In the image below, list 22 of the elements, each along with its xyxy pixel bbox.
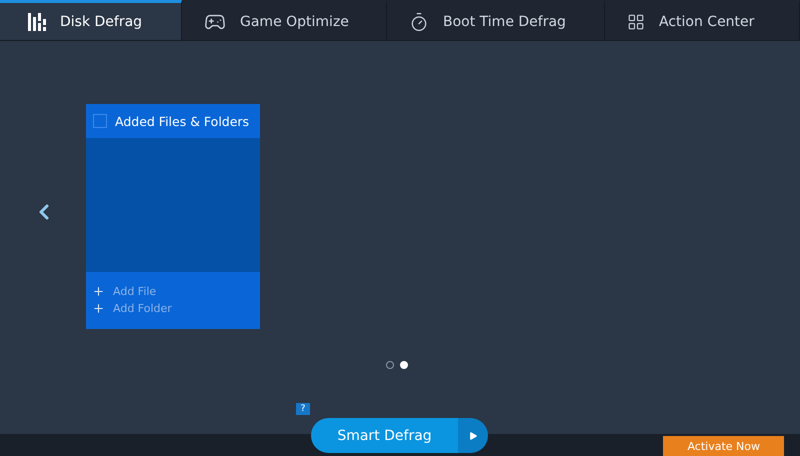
page-dot[interactable]	[386, 361, 394, 369]
activate-button[interactable]: Activate Now	[663, 436, 784, 456]
smart-defrag-button[interactable]: Smart Defrag	[311, 418, 458, 453]
grid-icon	[627, 12, 645, 30]
add-link-label: Add File	[113, 285, 156, 298]
bar-blocks-icon	[28, 12, 46, 30]
card-title: Added Files & Folders	[115, 114, 250, 128]
add-link[interactable]: Add File	[92, 285, 260, 298]
tab[interactable]: Disk Defrag	[0, 0, 182, 40]
plus-icon	[92, 285, 105, 298]
checkbox[interactable]	[93, 114, 107, 128]
dropdown-button[interactable]	[458, 418, 488, 453]
tab-label: Action Center	[659, 14, 754, 30]
add-link[interactable]: Add Folder	[92, 302, 260, 315]
help-badge[interactable]: ?	[296, 403, 310, 415]
tab-label: Game Optimize	[240, 14, 349, 30]
play-icon	[468, 430, 478, 440]
tab-label: Boot Time Defrag	[443, 14, 566, 30]
tab-label: Disk Defrag	[60, 14, 142, 30]
plus-icon	[92, 302, 105, 315]
add-link-label: Add Folder	[113, 302, 172, 315]
stopwatch-icon	[409, 12, 429, 32]
